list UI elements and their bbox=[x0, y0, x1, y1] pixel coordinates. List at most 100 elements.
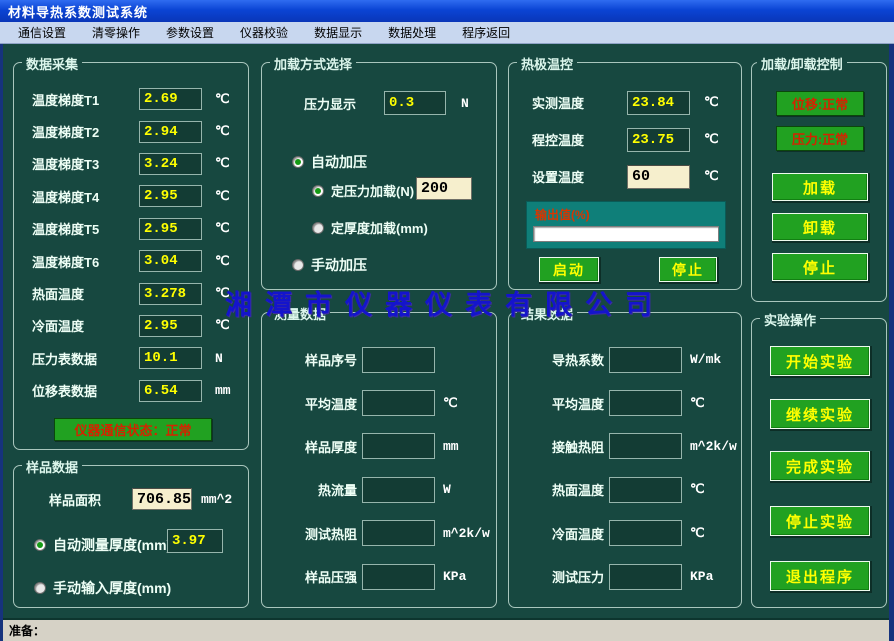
stop-heating-button[interactable]: 停止 bbox=[659, 257, 717, 282]
panel-title: 加载/卸载控制 bbox=[757, 54, 847, 73]
field-row-t5: 温度梯度T5 2.95 ℃ bbox=[14, 213, 248, 245]
pressure-display-label: 压力显示 bbox=[304, 94, 384, 113]
pressure-display-row: 压力显示 0.3 N bbox=[304, 91, 469, 115]
exit-program-button[interactable]: 退出程序 bbox=[770, 561, 870, 591]
field-unit: ℃ bbox=[690, 482, 705, 497]
panel-title: 样品数据 bbox=[22, 457, 82, 476]
field-unit: ℃ bbox=[704, 95, 719, 110]
field-value bbox=[362, 520, 435, 546]
sample-area-unit: mm^2 bbox=[201, 492, 232, 507]
set-temp-label: 设置温度 bbox=[532, 167, 627, 186]
field-label: 导热系数 bbox=[534, 350, 604, 369]
radio-unselected-icon bbox=[34, 582, 46, 594]
field-unit: ℃ bbox=[215, 124, 230, 139]
window-title: 材料导热系数测试系统 bbox=[8, 2, 148, 21]
radio-const-thickness-load[interactable]: 定厚度加载(mm) bbox=[312, 218, 428, 237]
field-value bbox=[609, 390, 682, 416]
radio-label: 手动输入厚度(mm) bbox=[53, 578, 171, 598]
radio-selected-icon bbox=[292, 156, 304, 168]
panel-hot-pole-temp-control: 热极温控 实测温度 23.84 ℃ 程控温度 23.75 ℃ 设置温度 ℃ 输出… bbox=[508, 62, 742, 290]
field-row-contact-resistance: 接触热阻 m^2k/w bbox=[509, 425, 741, 468]
title-bar: 材料导热系数测试系统 bbox=[0, 0, 894, 22]
sample-area-input[interactable] bbox=[132, 488, 192, 510]
start-heating-button[interactable]: 启动 bbox=[539, 257, 599, 282]
panel-measurement-data: 测量数据 样品序号 平均温度 ℃ 样品厚度 mm 热流量 W bbox=[261, 312, 497, 608]
field-unit: ℃ bbox=[215, 286, 230, 301]
finish-experiment-button[interactable]: 完成实验 bbox=[770, 451, 870, 481]
field-row-t4: 温度梯度T4 2.95 ℃ bbox=[14, 180, 248, 212]
unload-button[interactable]: 卸载 bbox=[772, 213, 868, 241]
start-experiment-button[interactable]: 开始实验 bbox=[770, 346, 870, 376]
field-label: 实测温度 bbox=[532, 93, 627, 112]
radio-auto-thickness[interactable]: 自动测量厚度(mm) bbox=[34, 535, 171, 555]
set-temp-input[interactable] bbox=[627, 165, 690, 189]
field-value: 2.95 bbox=[139, 315, 202, 337]
panel-data-acquisition: 数据采集 温度梯度T1 2.69 ℃ 温度梯度T2 2.94 ℃ 温度梯度T3 … bbox=[13, 62, 249, 450]
radio-label: 定厚度加载(mm) bbox=[331, 218, 428, 237]
field-unit: ℃ bbox=[215, 221, 230, 236]
sample-area-label: 样品面积 bbox=[49, 490, 132, 509]
field-row-cold-face-result: 冷面温度 ℃ bbox=[509, 512, 741, 555]
field-row-hot-face: 热面温度 3.278 ℃ bbox=[14, 277, 248, 309]
radio-auto-pressurize[interactable]: 自动加压 bbox=[292, 152, 367, 172]
field-row-cold-face: 冷面温度 2.95 ℃ bbox=[14, 310, 248, 342]
field-row-t6: 温度梯度T6 3.04 ℃ bbox=[14, 245, 248, 277]
menu-item-zero-operation[interactable]: 清零操作 bbox=[82, 22, 150, 43]
radio-manual-pressurize[interactable]: 手动加压 bbox=[292, 255, 367, 275]
field-row-hot-face-result: 热面温度 ℃ bbox=[509, 468, 741, 511]
field-row-test-resistance: 测试热阻 m^2k/w bbox=[262, 512, 496, 555]
field-value bbox=[609, 477, 682, 503]
menu-item-data-process[interactable]: 数据处理 bbox=[378, 22, 446, 43]
panel-experiment-operations: 实验操作 开始实验 继续实验 完成实验 停止实验 退出程序 bbox=[751, 318, 887, 608]
stop-load-button[interactable]: 停止 bbox=[772, 253, 868, 281]
field-row-avg-temp: 平均温度 ℃ bbox=[262, 381, 496, 424]
field-label: 样品序号 bbox=[287, 350, 357, 369]
field-row-measured-temp: 实测温度 23.84 ℃ bbox=[509, 84, 741, 121]
load-button[interactable]: 加载 bbox=[772, 173, 868, 201]
panel-title: 热极温控 bbox=[517, 54, 577, 73]
field-unit: ℃ bbox=[215, 92, 230, 107]
pressure-display-unit: N bbox=[461, 96, 469, 111]
field-value: 3.04 bbox=[139, 250, 202, 272]
field-label: 平均温度 bbox=[534, 394, 604, 413]
stop-experiment-button[interactable]: 停止实验 bbox=[770, 506, 870, 536]
field-label: 测试热阻 bbox=[287, 524, 357, 543]
field-label: 样品厚度 bbox=[287, 437, 357, 456]
auto-thickness-value: 3.97 bbox=[167, 529, 223, 553]
field-value: 3.278 bbox=[139, 283, 202, 305]
field-row-program-temp: 程控温度 23.75 ℃ bbox=[509, 121, 741, 158]
field-value: 23.75 bbox=[627, 128, 690, 152]
continue-experiment-button[interactable]: 继续实验 bbox=[770, 399, 870, 429]
field-label: 热面温度 bbox=[32, 284, 139, 303]
field-value: 2.69 bbox=[139, 88, 202, 110]
field-label: 温度梯度T2 bbox=[32, 122, 139, 141]
menu-item-calibration[interactable]: 仪器校验 bbox=[230, 22, 298, 43]
field-value: 23.84 bbox=[627, 91, 690, 115]
panel-title: 结果数据 bbox=[517, 304, 577, 323]
menu-item-data-display[interactable]: 数据显示 bbox=[304, 22, 372, 43]
set-temp-unit: ℃ bbox=[704, 169, 719, 184]
radio-manual-thickness[interactable]: 手动输入厚度(mm) bbox=[34, 578, 171, 598]
field-unit: ℃ bbox=[690, 526, 705, 541]
field-row-sample-thickness: 样品厚度 mm bbox=[262, 425, 496, 468]
const-pressure-input[interactable] bbox=[416, 177, 472, 200]
panel-load-method: 加载方式选择 压力显示 0.3 N 自动加压 定压力加载(N) 定厚度加载(mm… bbox=[261, 62, 497, 290]
panel-result-data: 结果数据 导热系数 W/mk 平均温度 ℃ 接触热阻 m^2k/w 热面温度 ℃ bbox=[508, 312, 742, 608]
menu-item-program-return[interactable]: 程序返回 bbox=[452, 22, 520, 43]
field-unit: ℃ bbox=[690, 396, 705, 411]
field-label: 样品压强 bbox=[287, 567, 357, 586]
field-label: 热面温度 bbox=[534, 480, 604, 499]
panel-title: 测量数据 bbox=[270, 304, 330, 323]
panel-title: 实验操作 bbox=[760, 310, 820, 329]
field-value bbox=[609, 520, 682, 546]
radio-label: 自动加压 bbox=[311, 152, 367, 172]
field-row-displacement-gauge: 位移表数据 6.54 mm bbox=[14, 375, 248, 407]
radio-selected-icon bbox=[312, 185, 324, 197]
field-unit: ℃ bbox=[215, 189, 230, 204]
menu-item-param-settings[interactable]: 参数设置 bbox=[156, 22, 224, 43]
radio-const-pressure-load[interactable]: 定压力加载(N) bbox=[312, 181, 414, 200]
status-text: 准备： bbox=[9, 622, 45, 639]
menu-item-comm-settings[interactable]: 通信设置 bbox=[8, 22, 76, 43]
field-unit: ℃ bbox=[215, 156, 230, 171]
status-bar: 准备： bbox=[3, 618, 889, 641]
